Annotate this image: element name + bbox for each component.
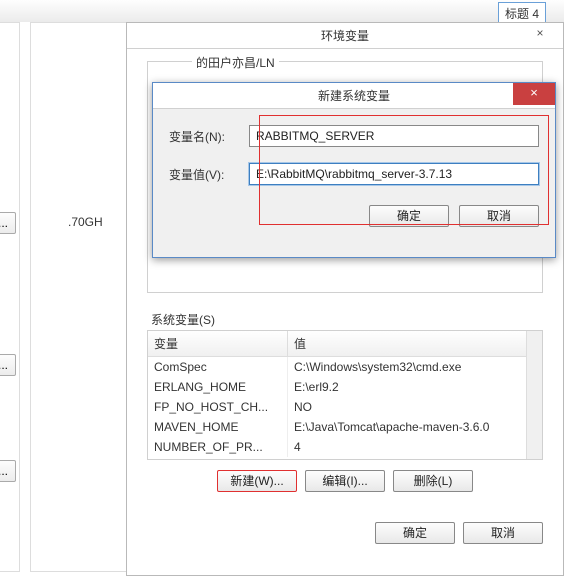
bg-button-3[interactable]: )... — [0, 460, 16, 482]
table-row[interactable]: NUMBER_OF_PR... — [148, 437, 288, 457]
system-variables-listbox[interactable]: 变量 值 ComSpec C:\Windows\system32\cmd.exe… — [147, 330, 543, 460]
env-dialog-title: 环境变量 × — [127, 23, 563, 49]
variable-name-label: 变量名(N): — [169, 128, 237, 145]
bg-button-2[interactable]: )... — [0, 354, 16, 376]
env-dialog-title-text: 环境变量 — [321, 29, 369, 43]
table-row[interactable]: C:\Windows\system32\cmd.exe — [288, 357, 542, 377]
user-variables-legend: 的田户亦昌/LN — [192, 54, 279, 71]
bg-button-1[interactable]: )... — [0, 212, 16, 234]
table-row[interactable]: FP_NO_HOST_CH... — [148, 397, 288, 417]
env-dialog-close-button[interactable]: × — [521, 25, 559, 43]
env-cancel-button[interactable]: 取消 — [463, 522, 543, 544]
variable-value-input[interactable]: E:\RabbitMQ\rabbitmq_server-3.7.13 — [249, 163, 539, 185]
new-dialog-title: 新建系统变量 — [318, 87, 390, 104]
variable-name-input[interactable]: RABBITMQ_SERVER — [249, 125, 539, 147]
delete-system-var-button[interactable]: 删除(L) — [393, 470, 473, 492]
edit-system-var-button[interactable]: 编辑(I)... — [305, 470, 385, 492]
bg-panel-left — [0, 22, 20, 572]
new-dialog-close-button[interactable]: × — [513, 83, 555, 105]
variable-value-label: 变量值(V): — [169, 166, 237, 183]
table-row[interactable]: ERLANG_HOME — [148, 377, 288, 397]
table-row[interactable]: MAVEN_HOME — [148, 417, 288, 437]
new-dialog-cancel-button[interactable]: 取消 — [459, 205, 539, 227]
new-dialog-ok-button[interactable]: 确定 — [369, 205, 449, 227]
new-system-var-button[interactable]: 新建(W)... — [217, 470, 297, 492]
env-dialog-button-row: 确定 取消 — [147, 522, 543, 544]
new-system-variable-dialog: 新建系统变量 × 变量名(N): RABBITMQ_SERVER 变量值(V):… — [152, 82, 556, 258]
col-header-value[interactable]: 值 — [288, 331, 542, 357]
scrollbar[interactable] — [526, 331, 542, 459]
table-row[interactable]: E:\erl9.2 — [288, 377, 542, 397]
table-row[interactable]: ComSpec — [148, 357, 288, 377]
ribbon-bg — [0, 0, 564, 22]
col-header-variable[interactable]: 变量 — [148, 331, 288, 357]
system-variables-label: 系统变量(S) — [151, 311, 563, 328]
new-dialog-titlebar: 新建系统变量 × — [153, 83, 555, 109]
table-row[interactable]: E:\Java\Tomcat\apache-maven-3.6.0 — [288, 417, 542, 437]
table-row[interactable]: NO — [288, 397, 542, 417]
variable-name-row: 变量名(N): RABBITMQ_SERVER — [169, 125, 539, 147]
new-dialog-button-row: 确定 取消 — [169, 205, 539, 227]
table-row[interactable]: 4 — [288, 437, 542, 457]
variable-value-row: 变量值(V): E:\RabbitMQ\rabbitmq_server-3.7.… — [169, 163, 539, 185]
env-ok-button[interactable]: 确定 — [375, 522, 455, 544]
sys-var-button-row: 新建(W)... 编辑(I)... 删除(L) — [217, 470, 543, 492]
cpu-text: .70GH — [68, 215, 103, 229]
system-variables-grid: 变量 值 ComSpec C:\Windows\system32\cmd.exe… — [148, 331, 542, 457]
